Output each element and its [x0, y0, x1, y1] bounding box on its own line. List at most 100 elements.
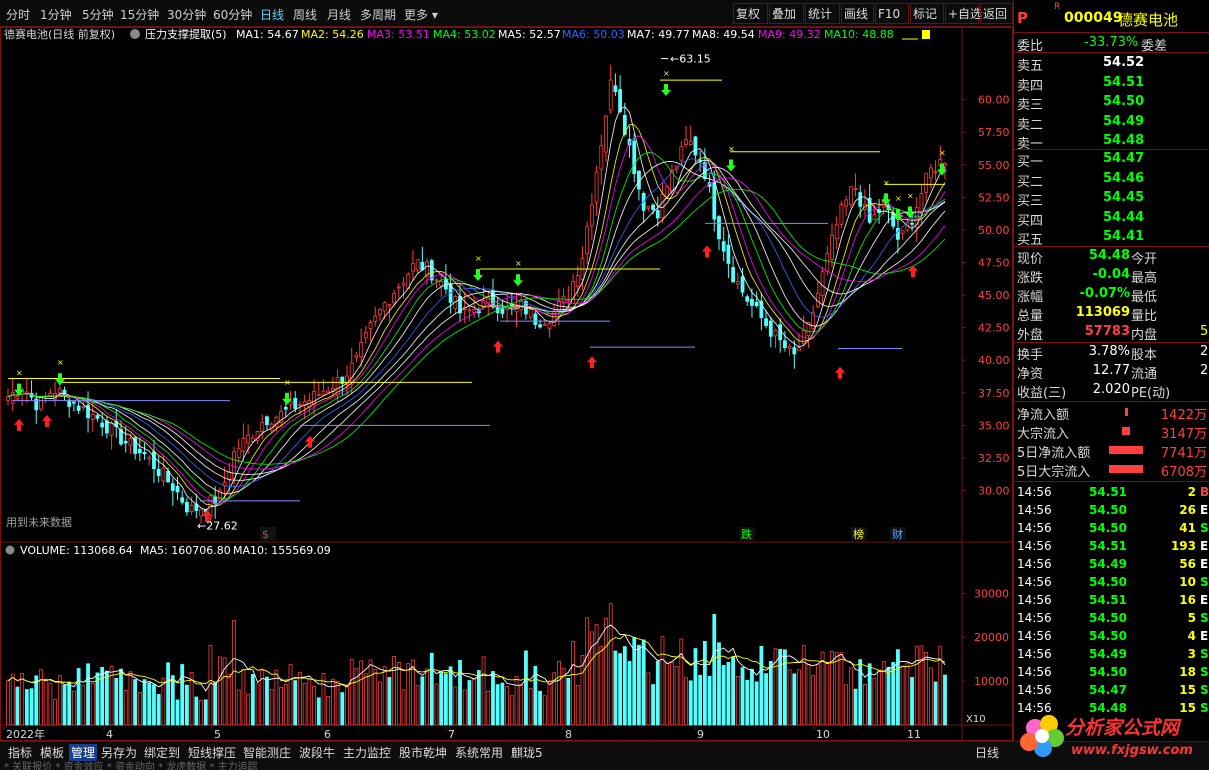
stock-header[interactable]: P R 000049 德赛电池 [1014, 2, 1209, 30]
buy-arrow-icon[interactable] [14, 418, 24, 431]
toolbar-button-6[interactable]: +自选 [945, 3, 982, 24]
period-tab-10[interactable]: 更多 ▾ [404, 6, 438, 23]
y-tick-label-8: 40.00 [978, 354, 1010, 367]
buy-arrow-icon[interactable] [587, 356, 597, 369]
period-tab-6[interactable]: 日线 [260, 6, 284, 23]
period-tab-1[interactable]: 1分钟 [40, 6, 72, 23]
volume-bar [684, 677, 688, 726]
bottom-tab-8[interactable]: 主力监控 [343, 744, 391, 761]
candle-body [731, 267, 736, 283]
volume-bar [674, 665, 679, 726]
sell-arrow-icon[interactable] [513, 274, 523, 287]
toolbar-button-3[interactable]: 画线 [841, 3, 874, 24]
event-badge-2[interactable]: 榜 [853, 527, 864, 541]
event-badge-1[interactable]: 跌 [741, 527, 752, 541]
sell-arrow-icon[interactable] [55, 373, 65, 386]
period-tab-8[interactable]: 月线 [327, 6, 351, 23]
bid-row-4[interactable]: 买四 54.44 [1014, 209, 1209, 229]
candle-body [90, 413, 95, 420]
indicator-toggle-icon[interactable] [130, 29, 140, 39]
buy-arrow-icon[interactable] [493, 340, 503, 353]
candle-body [382, 302, 387, 312]
candle-body [316, 393, 321, 396]
toolbar-button-2[interactable]: 统计 [805, 3, 840, 24]
ask-row-4[interactable]: 卖四 54.51 [1014, 74, 1209, 94]
volume-bar [825, 661, 830, 726]
toolbar-button-0[interactable]: 复权 [733, 3, 768, 24]
buy-arrow-icon[interactable] [42, 414, 52, 427]
bottom-period-label[interactable]: 日线 [975, 744, 999, 761]
candle-body [95, 415, 100, 419]
bottom-tab-10[interactable]: 系统常用 [455, 744, 503, 761]
y-tick-label-6: 45.00 [978, 289, 1010, 302]
bottom-tab-11[interactable]: 麒珑5 [511, 744, 543, 761]
toolbar-button-5[interactable]: 标记 [910, 3, 944, 24]
candle-body [373, 315, 378, 322]
kline-chart[interactable]: 德赛电池(日线 前复权) 压力支撑提取(5) MA1: 54.67 MA2: 54.2… [0, 27, 1013, 741]
volume-bar [10, 673, 15, 726]
period-tab-9[interactable]: 多周期 [360, 6, 396, 23]
weibi-value: -33.73% [1084, 35, 1139, 50]
candle-body [288, 401, 293, 405]
period-tab-5[interactable]: 60分钟 [213, 6, 252, 23]
event-badge-3[interactable]: 财 [892, 527, 903, 541]
legend-square-icon[interactable] [922, 30, 930, 39]
month-label-7: 10 [816, 728, 830, 741]
stat-value: 113069 [1075, 305, 1130, 320]
bid-row-5[interactable]: 买五 54.41 [1014, 228, 1209, 248]
candle-body [684, 139, 688, 145]
tick-row: 14:56 54.49 3 S [1014, 646, 1209, 664]
volume-bar [335, 680, 340, 726]
ask-row-2[interactable]: 卖二 54.49 [1014, 113, 1209, 133]
ask-row-5[interactable]: 卖五 54.52 [1014, 54, 1209, 74]
stat-label: 总量 [1017, 309, 1044, 324]
month-label-2: 5 [214, 728, 221, 741]
bottom-tab-7[interactable]: 波段牛 [299, 744, 335, 761]
volume-bar [618, 653, 623, 726]
volume-toggle-icon[interactable] [5, 545, 15, 555]
period-tab-4[interactable]: 30分钟 [167, 6, 206, 23]
bottom-tab-9[interactable]: 股市乾坤 [399, 744, 447, 761]
bid-row-2[interactable]: 买二 54.46 [1014, 170, 1209, 190]
sell-arrow-icon[interactable] [905, 206, 915, 219]
flow-label: 大宗流入 [1017, 427, 1070, 442]
volume-bar [787, 669, 792, 726]
sell-arrow-icon[interactable] [661, 83, 671, 96]
period-tab-0[interactable]: 分时 [6, 6, 30, 23]
buy-arrow-icon[interactable] [702, 245, 712, 258]
sell-arrow-icon[interactable] [473, 269, 483, 282]
ma-label-10: MA10: 48.88 [824, 28, 894, 41]
candle-body [844, 199, 849, 207]
candle-body [401, 282, 406, 286]
tick-vol: 26 [1179, 503, 1196, 517]
tick-side: S [1200, 647, 1209, 661]
chart-svg[interactable]: 德赛电池(日线 前复权) 压力支撑提取(5) MA1: 54.67 MA2: 54.2… [0, 27, 1013, 741]
toolbar-button-1[interactable]: 叠加 [769, 3, 804, 24]
volume-bar [378, 681, 382, 726]
tick-price: 54.50 [1089, 665, 1127, 679]
buy-arrow-icon[interactable] [835, 366, 845, 379]
volume-bar [797, 669, 801, 726]
toolbar-button-4[interactable]: F10 [875, 3, 909, 24]
candle-body [81, 406, 86, 409]
tick-price: 54.50 [1089, 629, 1127, 643]
bid-row-1[interactable]: 买一 54.47 [1014, 150, 1209, 170]
period-tab-3[interactable]: 15分钟 [120, 6, 159, 23]
toolbar-button-7[interactable]: 返回 [980, 3, 1013, 24]
period-tab-2[interactable]: 5分钟 [82, 6, 114, 23]
volume-bar [688, 680, 693, 726]
period-tab-7[interactable]: 周线 [293, 6, 317, 23]
event-badge-0[interactable]: $ [262, 528, 269, 541]
indicator-name[interactable]: 压力支撑提取(5) [145, 27, 227, 41]
ask-row-3[interactable]: 卖三 54.50 [1014, 93, 1209, 113]
candle-body [839, 204, 844, 225]
tick-time: 14:56 [1017, 629, 1052, 643]
buy-arrow-icon[interactable] [908, 265, 918, 278]
bid-row-3[interactable]: 买三 54.45 [1014, 189, 1209, 209]
candle-body [434, 279, 439, 282]
tick-row: 14:56 54.51 16 E [1014, 592, 1209, 610]
sell-arrow-icon[interactable] [726, 159, 736, 172]
candle-body [392, 293, 397, 304]
volume-bar [217, 656, 222, 726]
candle-body [48, 393, 53, 397]
